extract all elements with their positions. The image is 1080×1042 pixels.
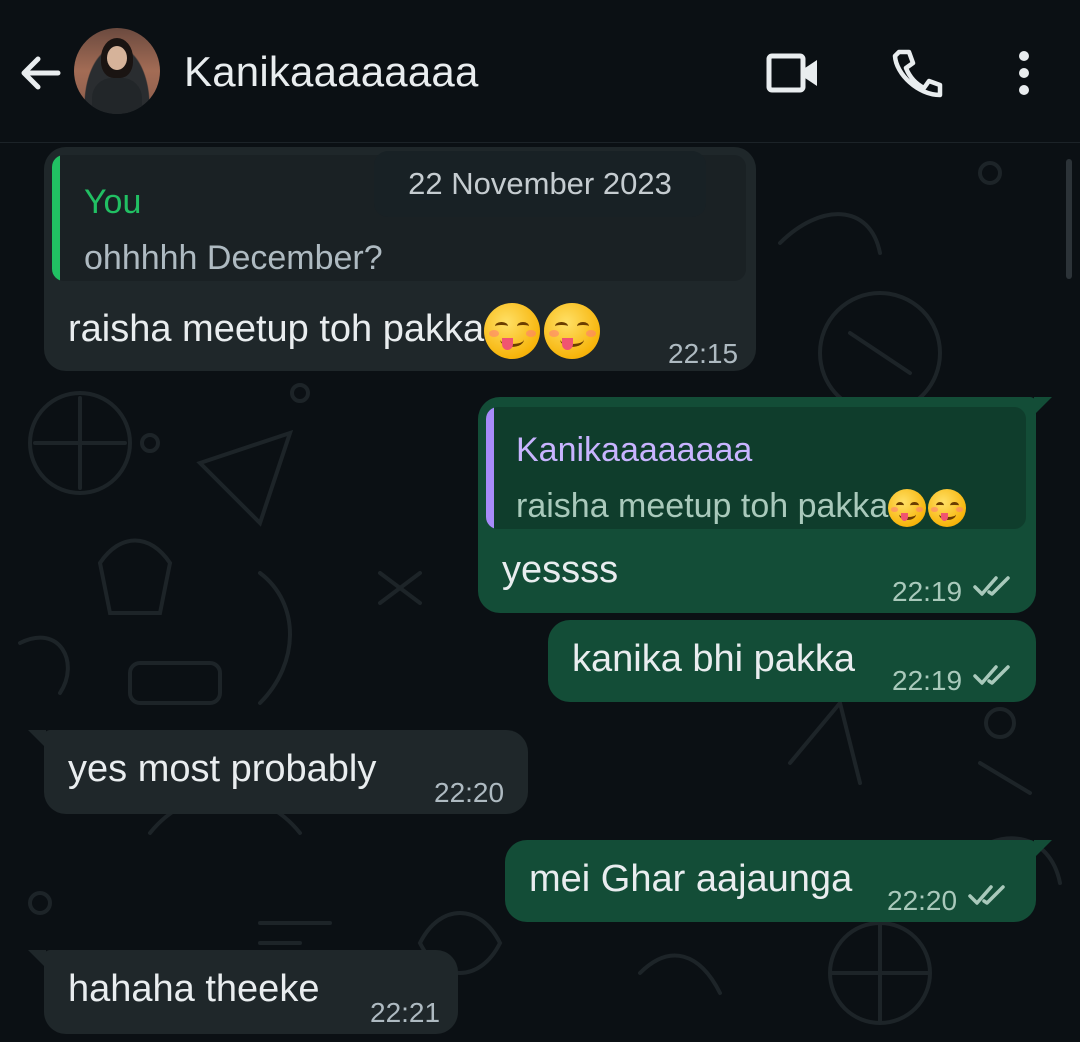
message-time: 22:19 — [892, 576, 963, 607]
phone-icon[interactable] — [890, 48, 944, 98]
quote-author: You — [84, 183, 142, 221]
reply-quote[interactable]: Kanikaaaaaaaa raisha meetup toh pakka — [486, 407, 1026, 529]
message-text: hahaha theeke — [68, 968, 320, 1010]
message-text: yes most probably — [68, 748, 377, 790]
quote-author: Kanikaaaaaaaa — [516, 431, 753, 469]
quote-text-content: raisha meetup toh pakka — [516, 487, 889, 525]
read-ticks-icon — [973, 665, 1010, 685]
message-incoming[interactable]: yes most probably 22:20 — [28, 730, 528, 814]
yum-emoji-icon — [484, 303, 541, 359]
yum-emoji-icon — [928, 489, 967, 528]
date-chip: 22 November 2023 — [374, 151, 706, 217]
arrow-left-icon[interactable] — [18, 50, 64, 96]
message-time: 22:20 — [434, 777, 505, 808]
message-text: kanika bhi pakka — [572, 638, 856, 680]
message-text-content: raisha meetup toh pakka — [68, 308, 485, 351]
yum-emoji-icon — [544, 303, 601, 359]
read-ticks-icon — [968, 885, 1005, 905]
chat-header: Kanikaaaaaaaa — [0, 0, 1080, 143]
yum-emoji-icon — [888, 489, 927, 528]
message-incoming[interactable]: hahaha theeke 22:21 — [28, 950, 458, 1034]
read-ticks-icon — [973, 576, 1010, 596]
message-text: yessss — [502, 549, 619, 591]
contact-name[interactable]: Kanikaaaaaaaa — [184, 48, 479, 96]
video-camera-icon[interactable] — [766, 48, 820, 98]
chat-area[interactable]: 22 November 2023 You ohhhhh December? ra… — [0, 143, 1080, 1042]
message-outgoing[interactable]: Kanikaaaaaaaa raisha meetup toh pakka ye… — [478, 397, 1052, 613]
message-time: 22:19 — [892, 665, 963, 696]
message-time: 22:15 — [668, 338, 739, 369]
message-outgoing[interactable]: kanika bhi pakka 22:19 — [548, 620, 1036, 702]
message-outgoing[interactable]: mei Ghar aajaunga 22:20 — [505, 840, 1052, 922]
more-vertical-icon[interactable] — [1004, 48, 1044, 98]
quote-text: raisha meetup toh pakka — [516, 483, 967, 529]
message-time: 22:21 — [370, 997, 441, 1028]
scrollbar[interactable] — [1066, 159, 1072, 279]
message-text: mei Ghar aajaunga — [529, 858, 853, 900]
quote-text: ohhhhh December? — [84, 239, 383, 277]
message-time: 22:20 — [887, 885, 958, 916]
message-text: raisha meetup toh pakka — [68, 303, 601, 359]
contact-avatar[interactable] — [74, 28, 160, 114]
